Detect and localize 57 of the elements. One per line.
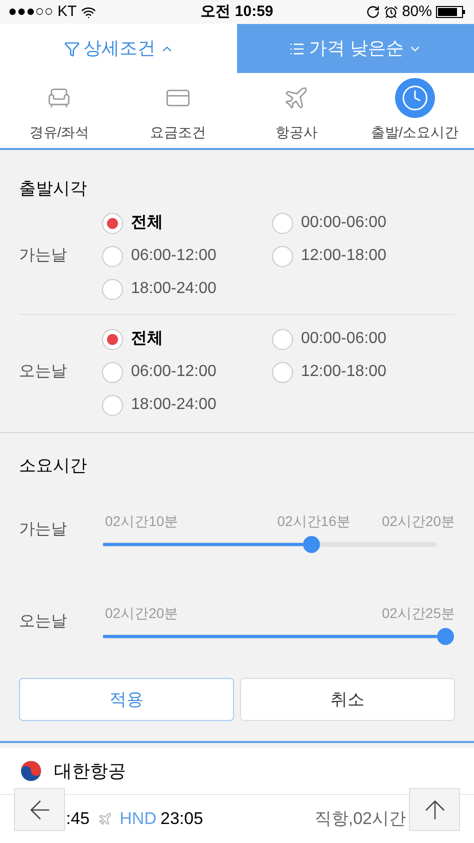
arrival-airport: HND xyxy=(120,808,156,830)
group-label: 가는날 xyxy=(19,520,68,540)
radio-label: 18:00-24:00 xyxy=(131,279,216,300)
group-label: 오는날 xyxy=(19,362,68,382)
radio-button[interactable] xyxy=(102,328,123,350)
back-button[interactable] xyxy=(14,788,65,831)
slider-value-label: 02시간16분 xyxy=(277,512,350,531)
battery-text: 80% xyxy=(402,2,432,22)
radio-button[interactable] xyxy=(272,328,293,350)
slider-thumb[interactable] xyxy=(303,536,320,553)
category-tab[interactable]: 출발/소요시간 xyxy=(356,73,474,148)
radio-label: 00:00-06:00 xyxy=(301,213,386,234)
airline-name: 대한항공 xyxy=(54,760,126,783)
scroll-top-button[interactable] xyxy=(409,788,460,831)
alarm-icon xyxy=(384,5,398,20)
radio-label: 전체 xyxy=(131,329,163,350)
clock-icon xyxy=(394,78,435,118)
departure-time: :45 xyxy=(66,808,90,830)
radio-button[interactable] xyxy=(102,394,123,416)
radio-button[interactable] xyxy=(272,212,293,234)
radio-button[interactable] xyxy=(272,246,293,267)
category-tab[interactable]: 항공사 xyxy=(237,73,356,148)
slider-thumb[interactable] xyxy=(437,628,454,645)
filter-icon xyxy=(64,40,80,57)
plane-icon xyxy=(98,812,112,826)
radio-button[interactable] xyxy=(102,212,123,234)
wifi-icon xyxy=(80,4,96,20)
group-label: 가는날 xyxy=(19,246,68,266)
group-label: 오는날 xyxy=(19,612,68,632)
radio-label: 06:00-12:00 xyxy=(131,362,216,382)
radio-label: 12:00-18:00 xyxy=(301,246,386,266)
category-tab[interactable]: 경유/좌석 xyxy=(0,73,118,148)
carrier-text: ●●●○○ KT xyxy=(8,2,77,22)
section-title: 소요시간 xyxy=(19,454,88,477)
category-tab[interactable]: 요금조건 xyxy=(118,73,237,148)
list-icon xyxy=(288,40,305,57)
radio-label: 06:00-12:00 xyxy=(131,246,216,266)
radio-button[interactable] xyxy=(102,278,123,300)
radio-label: 12:00-18:00 xyxy=(301,362,386,382)
flight-summary: 직항,02시간 xyxy=(314,808,406,830)
airline-logo-icon xyxy=(20,760,42,782)
slider-max-label: 02시간20분 xyxy=(382,512,455,531)
battery-icon xyxy=(436,6,466,18)
apply-button[interactable]: 적용 xyxy=(19,678,234,722)
clock-text: 오전 10:59 xyxy=(200,2,274,22)
arrival-time: 23:05 xyxy=(160,808,204,830)
radio-button[interactable] xyxy=(102,246,123,267)
slider-max-label: 02시간25분 xyxy=(382,604,455,623)
radio-label: 00:00-06:00 xyxy=(301,329,386,350)
slider-min-label: 02시간10분 xyxy=(105,512,178,531)
section-title: 출발시각 xyxy=(19,178,88,200)
radio-button[interactable] xyxy=(102,362,123,383)
radio-button[interactable] xyxy=(272,362,293,383)
cancel-button[interactable]: 취소 xyxy=(240,678,455,722)
radio-label: 전체 xyxy=(131,213,163,234)
slider-min-label: 02시간20분 xyxy=(105,604,178,623)
radio-label: 18:00-24:00 xyxy=(131,395,216,416)
